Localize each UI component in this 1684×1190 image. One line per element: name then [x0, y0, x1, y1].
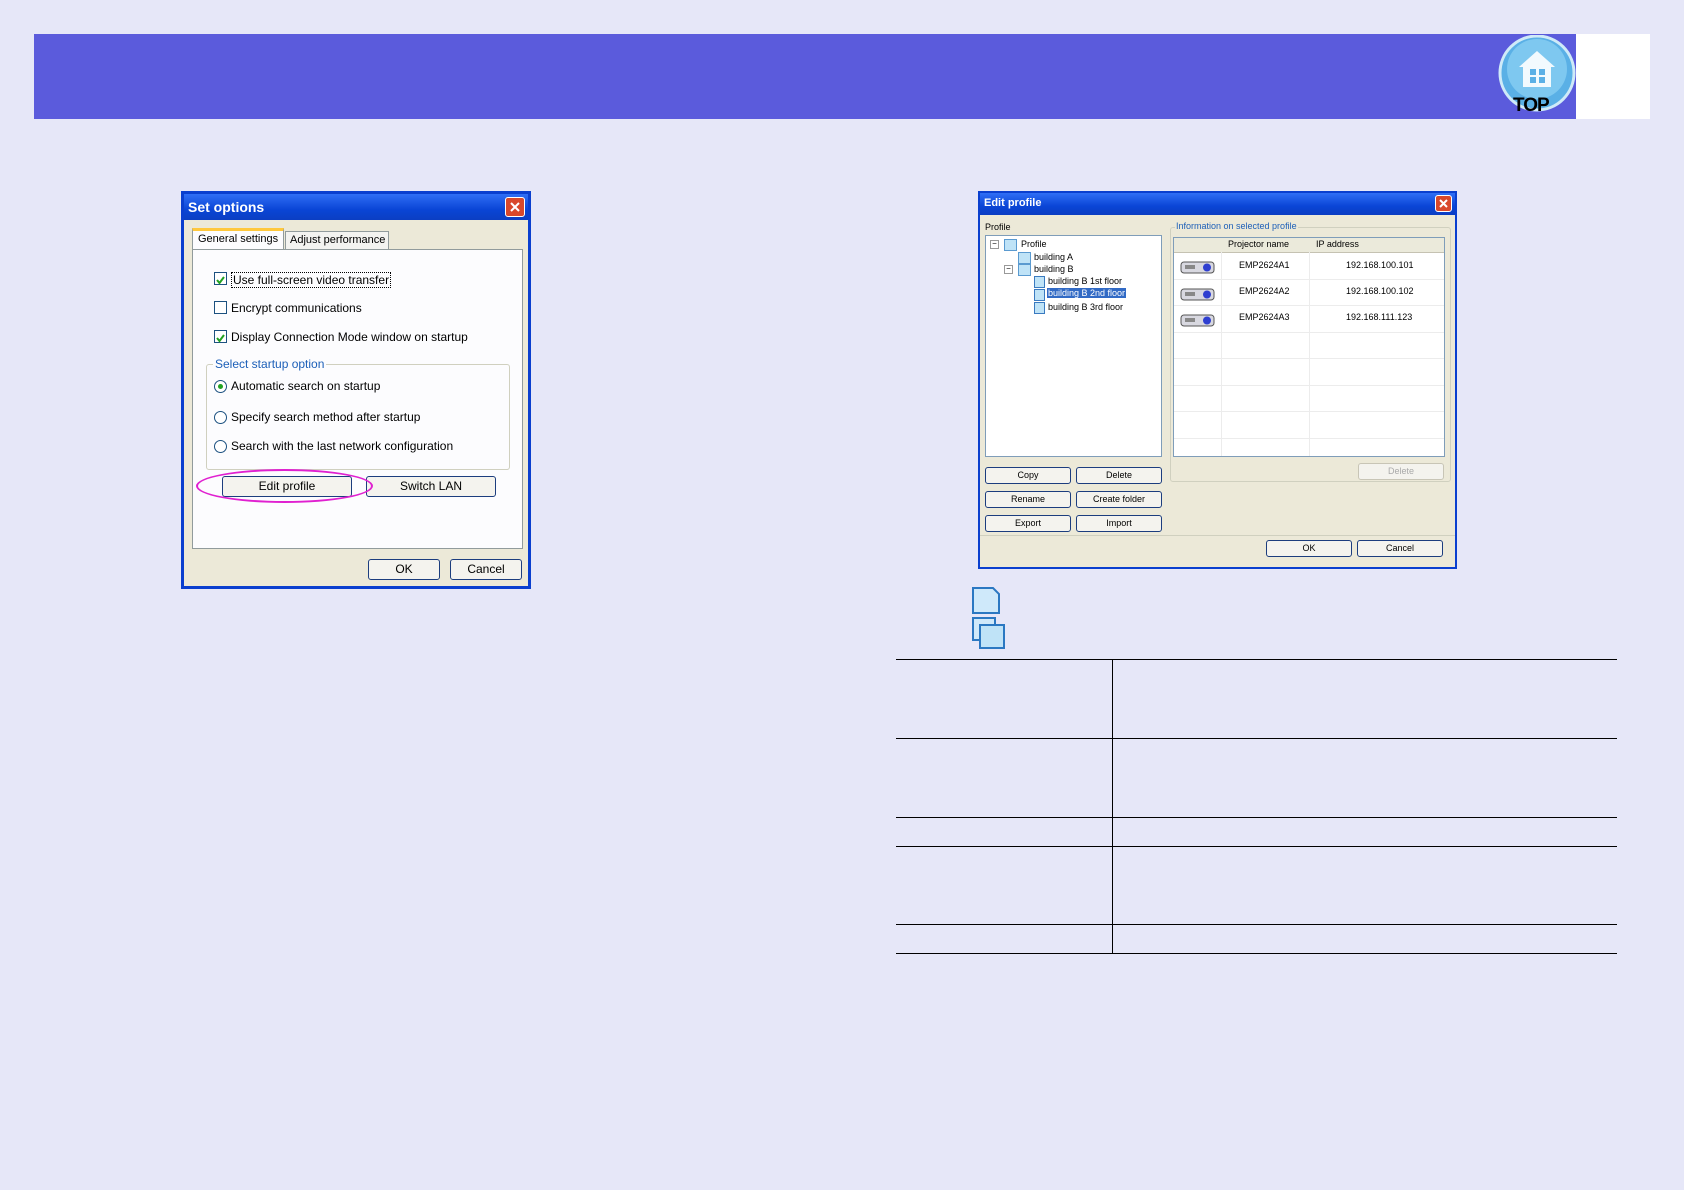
edit-profile-dialog: Edit profile Profile − Profile building …: [978, 191, 1457, 569]
close-button[interactable]: [1435, 195, 1452, 212]
tab-adjust-performance[interactable]: Adjust performance: [285, 231, 389, 250]
encrypt-communications-checkbox[interactable]: [214, 301, 227, 314]
automatic-search-label: Automatic search on startup: [231, 379, 381, 393]
cancel-button[interactable]: Cancel: [1357, 540, 1443, 557]
grid-line: [1174, 438, 1444, 439]
profile-icon: [1034, 276, 1045, 288]
import-button[interactable]: Import: [1076, 515, 1162, 532]
startup-option-group: Select startup option Automatic search o…: [206, 357, 510, 470]
ok-button[interactable]: OK: [1266, 540, 1352, 557]
copy-button[interactable]: Copy: [985, 467, 1071, 484]
profile-icon: [1034, 302, 1045, 314]
collapse-icon: −: [990, 240, 999, 249]
list-header: Projector name IP address: [1174, 238, 1444, 253]
specify-search-method-radio[interactable]: [214, 411, 227, 424]
table-row: [896, 817, 1617, 847]
projector-icon: [1180, 261, 1215, 274]
display-connection-mode-checkbox[interactable]: [214, 330, 227, 343]
folder-icon: [1018, 252, 1031, 264]
edit-profile-titlebar: Edit profile: [980, 193, 1455, 215]
table-row[interactable]: EMP2624A3 192.168.111.123: [1174, 306, 1444, 332]
checkmark-icon: [216, 276, 225, 285]
delete-projector-button[interactable]: Delete: [1358, 463, 1444, 480]
cancel-button[interactable]: Cancel: [450, 559, 522, 580]
automatic-search-radio[interactable]: [214, 380, 227, 393]
profile-icon: [972, 587, 1000, 614]
folder-icon: [1004, 239, 1017, 251]
last-network-config-label: Search with the last network configurati…: [231, 439, 454, 453]
last-network-config-radio[interactable]: [214, 440, 227, 453]
delete-button[interactable]: Delete: [1076, 467, 1162, 484]
top-logo-text: TOP: [1513, 95, 1550, 116]
dialog-title: Set options: [188, 199, 265, 215]
display-connection-mode-label: Display Connection Mode window on startu…: [231, 330, 468, 344]
switch-lan-button[interactable]: Switch LAN: [366, 476, 496, 497]
description-table: [896, 659, 1617, 954]
dialog-title: Edit profile: [984, 197, 1042, 209]
encrypt-communications-label: Encrypt communications: [231, 301, 362, 315]
projector-icon: [1180, 314, 1215, 327]
table-row: [896, 924, 1617, 954]
table-row: [896, 659, 1617, 739]
close-button[interactable]: [505, 197, 525, 217]
radio-dot-icon: [218, 384, 223, 389]
column-ip-address[interactable]: IP address: [1316, 239, 1359, 249]
header-bar: [34, 34, 1650, 119]
general-settings-panel: Use full-screen video transfer Encrypt c…: [192, 249, 523, 549]
profile-icon: [1034, 289, 1045, 301]
grid-line: [1174, 358, 1444, 359]
export-button[interactable]: Export: [985, 515, 1071, 532]
folder-icon: [1018, 264, 1031, 276]
table-row: [896, 738, 1617, 818]
folder-icon: [972, 617, 1005, 649]
full-screen-video-checkbox[interactable]: [214, 272, 227, 285]
checkmark-icon: [216, 334, 225, 343]
create-folder-button[interactable]: Create folder: [1076, 491, 1162, 508]
info-group-label: Information on selected profile: [1175, 221, 1298, 231]
table-row[interactable]: EMP2624A1 192.168.100.101: [1174, 253, 1444, 279]
table-row: [896, 846, 1617, 925]
rename-button[interactable]: Rename: [985, 491, 1071, 508]
top-logo-button[interactable]: TOP: [1497, 34, 1577, 116]
full-screen-video-label: Use full-screen video transfer: [231, 272, 392, 288]
projector-icon: [1180, 288, 1215, 301]
highlight-ellipse: [196, 469, 373, 503]
grid-line: [1174, 385, 1444, 386]
profile-tree[interactable]: − Profile building A − building B buildi…: [985, 235, 1162, 457]
profile-section-label: Profile: [985, 222, 1011, 232]
grid-line: [1174, 332, 1444, 333]
info-group: Information on selected profile Projecto…: [1170, 221, 1451, 482]
tab-general-settings[interactable]: General settings: [192, 228, 284, 250]
collapse-icon: −: [1004, 265, 1013, 274]
table-row[interactable]: EMP2624A2 192.168.100.102: [1174, 280, 1444, 306]
close-icon: [1439, 199, 1448, 208]
set-options-dialog: Set options General settings Adjust perf…: [181, 191, 531, 589]
startup-option-group-label: Select startup option: [213, 357, 327, 371]
set-options-titlebar: Set options: [184, 194, 528, 220]
specify-search-method-label: Specify search method after startup: [231, 410, 421, 424]
bottom-divider: [980, 535, 1455, 536]
ok-button[interactable]: OK: [368, 559, 440, 580]
projector-list[interactable]: Projector name IP address EMP2624A1 192.…: [1173, 237, 1445, 457]
page-number-tab: [1576, 34, 1650, 119]
grid-line: [1174, 411, 1444, 412]
column-projector-name[interactable]: Projector name: [1228, 239, 1289, 249]
close-icon: [510, 202, 520, 212]
